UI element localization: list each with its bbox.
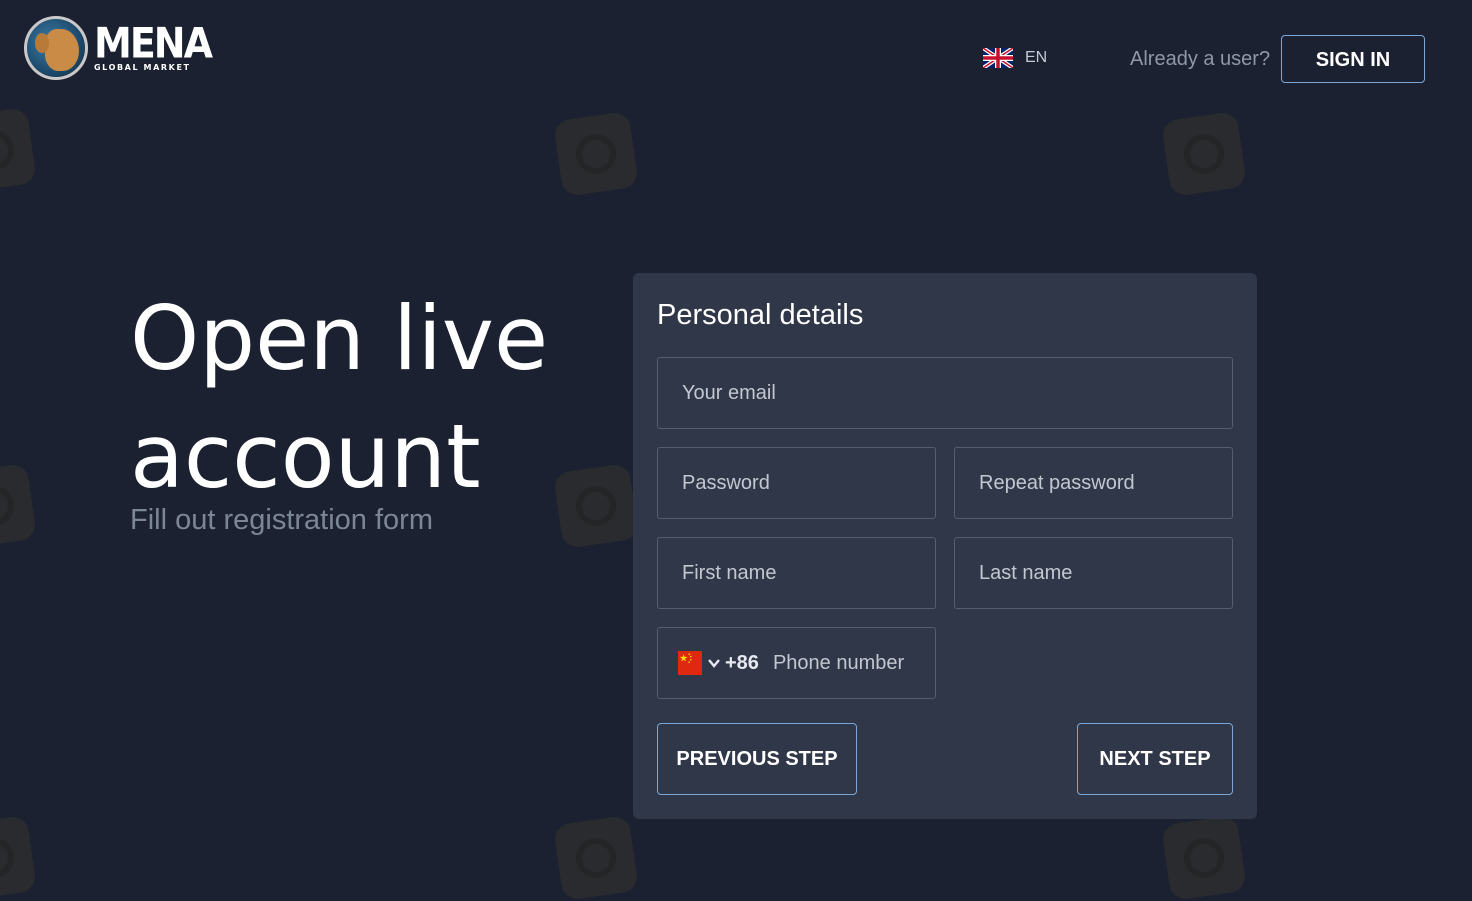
registration-form-card: Personal details +86 PREVIOUS STEP NEXT …: [633, 273, 1257, 819]
password-field[interactable]: [657, 447, 936, 519]
phone-field-group: +86: [657, 627, 936, 699]
previous-step-button[interactable]: PREVIOUS STEP: [657, 723, 857, 795]
sign-in-button[interactable]: SIGN IN: [1281, 35, 1425, 83]
language-code: EN: [1025, 49, 1048, 66]
watermark-icon: [0, 463, 37, 549]
brand-name: MENA: [94, 18, 213, 68]
page-subtitle: Fill out registration form: [130, 504, 433, 536]
globe-logo-icon: [24, 16, 88, 80]
dial-code: +86: [725, 651, 759, 674]
language-selector[interactable]: EN: [983, 48, 1047, 68]
watermark-icon: [0, 107, 37, 193]
brand-logo[interactable]: MENA GLOBAL MARKET: [24, 16, 213, 80]
email-field[interactable]: [657, 357, 1233, 429]
next-step-button[interactable]: NEXT STEP: [1077, 723, 1233, 795]
last-name-field[interactable]: [954, 537, 1233, 609]
china-flag-icon[interactable]: [678, 651, 702, 675]
phone-number-field[interactable]: [772, 651, 923, 675]
repeat-password-field[interactable]: [954, 447, 1233, 519]
page-title: Open live account: [130, 287, 549, 508]
watermark-icon: [553, 815, 639, 901]
watermark-icon: [0, 815, 37, 901]
watermark-icon: [1161, 111, 1247, 197]
watermark-icon: [553, 111, 639, 197]
already-user-text: Already a user?: [1130, 48, 1271, 70]
form-title: Personal details: [657, 299, 864, 331]
chevron-down-icon[interactable]: [707, 656, 721, 670]
watermark-icon: [1161, 815, 1247, 901]
uk-flag-icon: [983, 48, 1013, 68]
first-name-field[interactable]: [657, 537, 936, 609]
brand-wordmark: MENA GLOBAL MARKET: [94, 18, 213, 72]
